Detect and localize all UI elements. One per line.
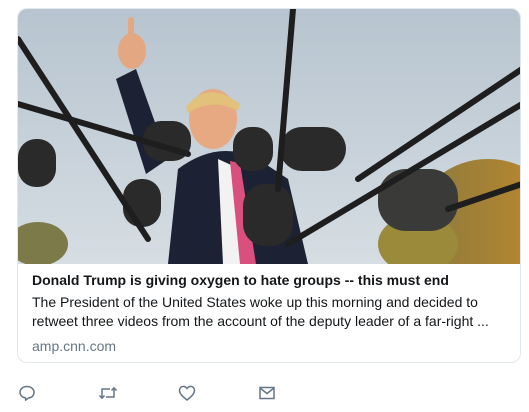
retweet-icon bbox=[98, 386, 118, 400]
card-domain: amp.cnn.com bbox=[32, 338, 117, 354]
card-image[interactable] bbox=[18, 9, 520, 264]
card-body[interactable]: Donald Trump is giving oxygen to hate gr… bbox=[32, 271, 510, 355]
direct-message-button[interactable] bbox=[258, 384, 278, 404]
card-title[interactable]: Donald Trump is giving oxygen to hate gr… bbox=[32, 271, 510, 289]
reply-button[interactable] bbox=[18, 384, 38, 404]
reply-icon bbox=[19, 385, 35, 401]
heart-icon bbox=[178, 385, 196, 401]
card-description: The President of the United States woke … bbox=[32, 294, 489, 329]
like-button[interactable] bbox=[178, 384, 198, 404]
tweet-actions bbox=[18, 384, 318, 404]
link-preview-card[interactable]: Donald Trump is giving oxygen to hate gr… bbox=[17, 8, 521, 363]
retweet-button[interactable] bbox=[98, 384, 118, 404]
envelope-icon bbox=[259, 386, 275, 400]
